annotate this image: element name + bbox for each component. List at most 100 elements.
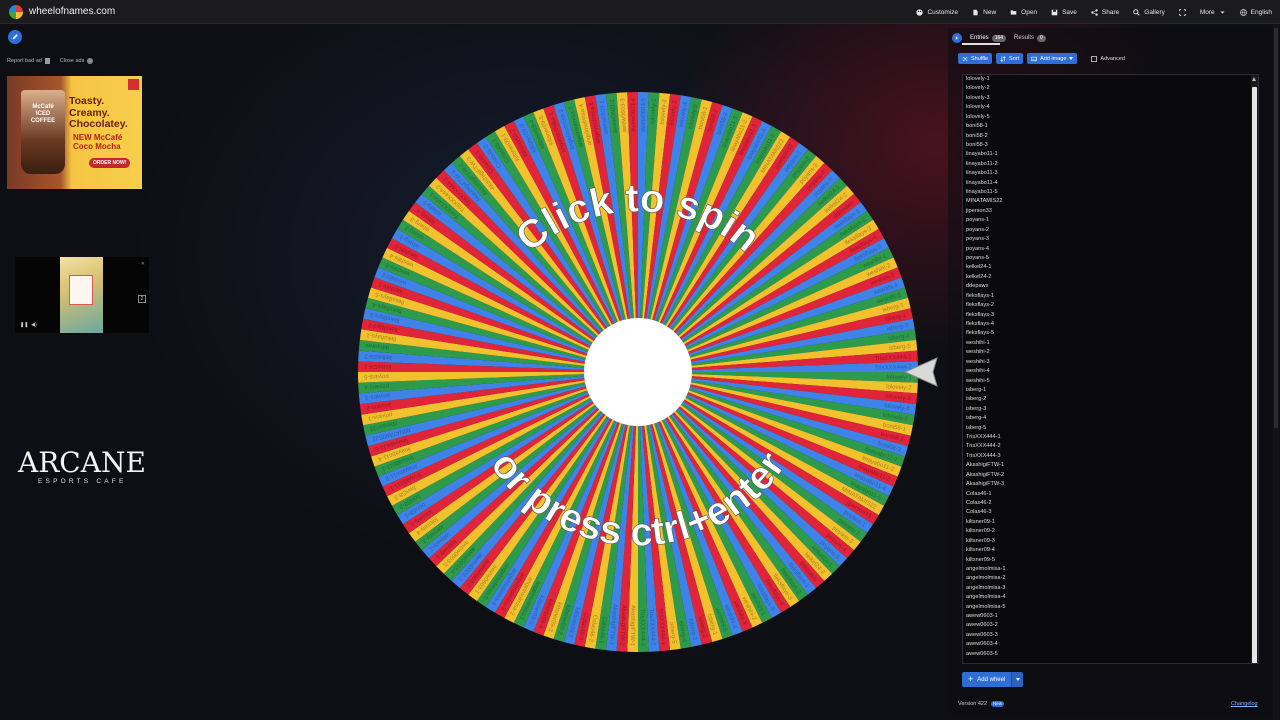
entry-line[interactable]: awew0603-1 (963, 612, 1258, 621)
entry-line[interactable]: isberg-1 (963, 386, 1258, 395)
wheel[interactable]: lolovely-1 lolovely-2 lolovely-3 lolovely-4… (352, 86, 924, 658)
entry-line[interactable]: awew0603-2 (963, 621, 1258, 630)
entry-line[interactable]: awew0603-3 (963, 631, 1258, 640)
entry-line[interactable]: TrisXXX444-3 (963, 452, 1258, 461)
entry-line[interactable]: lolovely-3 (963, 94, 1258, 103)
entries-scrollbar[interactable] (1251, 75, 1258, 663)
ad-order-button[interactable]: ORDER NOW! (89, 158, 131, 168)
menu-more[interactable]: More (1200, 9, 1226, 16)
page-scrollbar[interactable] (1273, 24, 1279, 720)
wheel-svg[interactable]: lolovely-1lolovely-2lolovely-3lolovely-4… (352, 86, 924, 658)
entry-line[interactable]: isberg-3 (963, 405, 1258, 414)
menu-open[interactable]: Open (1010, 9, 1037, 16)
advanced-checkbox[interactable]: Advanced (1091, 55, 1125, 62)
edit-button[interactable] (8, 30, 22, 44)
entry-line[interactable]: kiltsner09-2 (963, 527, 1258, 536)
video-close-icon[interactable]: ✕ (141, 261, 145, 267)
entry-line[interactable]: lolovely-2 (963, 84, 1258, 93)
entry-line[interactable]: MINATAMIS22 (963, 197, 1258, 206)
report-bad-ad-link[interactable]: Report bad ad (7, 58, 50, 64)
menu-fullscreen[interactable] (1179, 8, 1186, 16)
menu-new[interactable]: New (972, 9, 996, 16)
entry-line[interactable]: weshihi-4 (963, 367, 1258, 376)
entry-line[interactable]: weshihi-1 (963, 339, 1258, 348)
add-wheel-button[interactable]: + Add wheel (962, 672, 1012, 687)
tab-entries[interactable]: Entries 164 (970, 34, 1007, 42)
entries-textarea[interactable]: lolovely-1 lolovely-2 lolovely-3 lolovely-4… (962, 74, 1259, 664)
entries-scroll-thumb[interactable] (1252, 87, 1257, 663)
entry-line[interactable]: linayabo11-5 (963, 188, 1258, 197)
entry-line[interactable]: fleksflays-4 (963, 320, 1258, 329)
entry-line[interactable]: fleksflays-2 (963, 301, 1258, 310)
entry-line[interactable]: poyans-1 (963, 216, 1258, 225)
entry-line[interactable]: lolovely-1 (963, 75, 1258, 84)
entry-line[interactable]: angelmolmisa-1 (963, 565, 1258, 574)
entry-line[interactable]: boni58-2 (963, 132, 1258, 141)
entry-line[interactable]: kiltsner09-1 (963, 518, 1258, 527)
sort-button[interactable]: Sort (996, 53, 1024, 64)
tab-results[interactable]: Results 0 (1014, 34, 1046, 42)
scroll-up-icon[interactable] (1252, 77, 1256, 81)
entry-line[interactable]: AkashigiFTW-2 (963, 471, 1258, 480)
site-logo-icon[interactable] (9, 4, 23, 19)
site-title[interactable]: wheelofnames.com (29, 6, 115, 17)
entry-line[interactable]: boni58-3 (963, 141, 1258, 150)
entry-line[interactable]: isberg-5 (963, 424, 1258, 433)
entry-line[interactable]: kelkel24-2 (963, 273, 1258, 282)
entry-line[interactable]: AkashigiFTW-1 (963, 461, 1258, 470)
entry-line[interactable]: linayabo11-1 (963, 150, 1258, 159)
entry-line[interactable]: lolovely-4 (963, 103, 1258, 112)
menu-share[interactable]: Share (1091, 9, 1119, 16)
entry-line[interactable]: poyans-3 (963, 235, 1258, 244)
entry-line[interactable]: fleksflays-3 (963, 311, 1258, 320)
entry-line[interactable]: fleksflays-5 (963, 329, 1258, 338)
entry-line[interactable]: isberg-2 (963, 395, 1258, 404)
entry-line[interactable]: angelmolmisa-2 (963, 574, 1258, 583)
entry-line[interactable]: AkashigiFTW-3 (963, 480, 1258, 489)
ad-banner[interactable]: McCafé ICED COFFEE Toasty. Creamy. Choco… (7, 76, 142, 189)
entry-line[interactable]: kiltsner09-5 (963, 556, 1258, 565)
entry-line[interactable]: angelmolmisa-4 (963, 593, 1258, 602)
entry-line[interactable]: poyans-4 (963, 245, 1258, 254)
entry-line[interactable]: awew0603-4 (963, 640, 1258, 649)
video-controls[interactable]: ❚❚ ◀) (20, 322, 37, 328)
entry-line[interactable]: jiperson33 (963, 207, 1258, 216)
changelog-link[interactable]: Changelog (1231, 701, 1258, 707)
entry-line[interactable]: TrisXXX444-1 (963, 433, 1258, 442)
entry-line[interactable]: TrisXXX444-2 (963, 442, 1258, 451)
wheel-center[interactable] (584, 318, 692, 426)
entry-line[interactable]: ddepaws (963, 282, 1258, 291)
entry-line[interactable]: Colas46-1 (963, 490, 1258, 499)
entry-line[interactable]: angelmolmisa-5 (963, 603, 1258, 612)
shuffle-button[interactable]: Shuffle (958, 53, 993, 64)
entry-line[interactable]: weshihi-5 (963, 377, 1258, 386)
page-scroll-thumb[interactable] (1274, 28, 1278, 428)
entry-line[interactable]: kelkel24-1 (963, 263, 1258, 272)
entry-line[interactable]: weshihi-3 (963, 358, 1258, 367)
video-ad[interactable]: ❚❚ ◀) 2 ✕ (15, 257, 149, 333)
entry-line[interactable]: Colas46-3 (963, 508, 1258, 517)
entry-line[interactable]: isberg-4 (963, 414, 1258, 423)
menu-gallery[interactable]: Gallery (1133, 9, 1165, 16)
entry-line[interactable]: weshihi-2 (963, 348, 1258, 357)
entry-line[interactable]: linayabo11-2 (963, 160, 1258, 169)
entry-line[interactable]: kiltsner09-3 (963, 537, 1258, 546)
menu-language[interactable]: English (1239, 9, 1272, 16)
entry-line[interactable]: boni58-1 (963, 122, 1258, 131)
entry-line[interactable]: lolovely-5 (963, 113, 1258, 122)
close-ads-link[interactable]: Close ads (60, 58, 94, 64)
entry-line[interactable]: Colas46-2 (963, 499, 1258, 508)
entry-line[interactable]: kiltsner09-4 (963, 546, 1258, 555)
menu-save[interactable]: Save (1051, 9, 1077, 16)
entry-line[interactable]: angelmolmisa-3 (963, 584, 1258, 593)
menu-customize[interactable]: Customize (916, 9, 958, 16)
collapse-panel-button[interactable] (952, 33, 962, 43)
add-image-button[interactable]: Add image (1027, 53, 1078, 64)
entry-line[interactable]: poyans-5 (963, 254, 1258, 263)
entry-line[interactable]: fleksflays-1 (963, 292, 1258, 301)
add-wheel-dropdown[interactable] (1011, 672, 1024, 687)
entries-list[interactable]: lolovely-1 lolovely-2 lolovely-3 lolovely-4… (963, 75, 1258, 659)
entry-line[interactable]: linayabo11-4 (963, 179, 1258, 188)
entry-line[interactable]: poyans-2 (963, 226, 1258, 235)
entry-line[interactable]: awew0603-5 (963, 650, 1258, 659)
